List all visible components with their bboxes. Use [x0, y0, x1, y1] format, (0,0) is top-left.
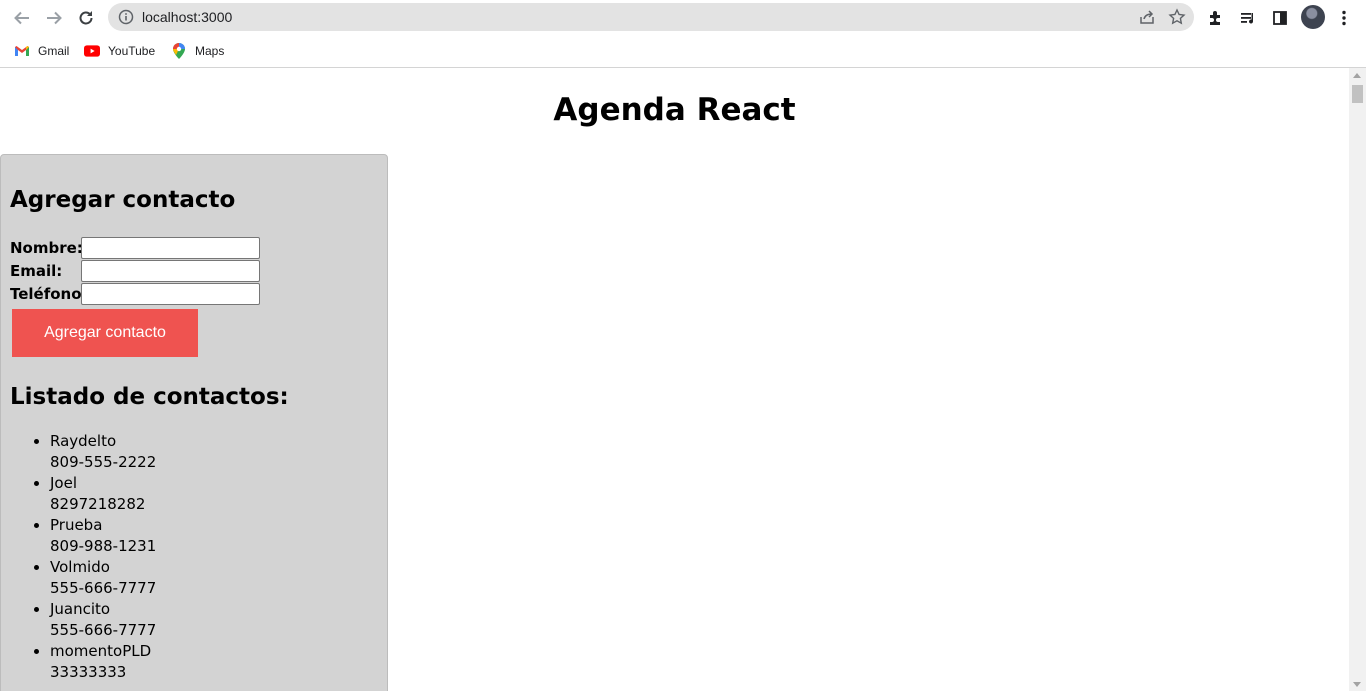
- scroll-up-icon[interactable]: [1353, 73, 1361, 78]
- site-info-icon[interactable]: [118, 9, 134, 30]
- page-scrollbar[interactable]: [1349, 68, 1366, 691]
- phone-label: Teléfono:: [10, 285, 88, 303]
- page-viewport: Agenda React Agregar contacto Nombre: Em…: [0, 68, 1349, 691]
- back-button[interactable]: [10, 6, 34, 30]
- bookmarks-bar: Gmail YouTube Maps: [0, 35, 1366, 68]
- contact-phone: 8297218282: [50, 495, 146, 513]
- media-queue-icon[interactable]: [1236, 6, 1260, 30]
- contact-list: Raydelto 809-555-2222 Joel 8297218282 Pr…: [10, 431, 156, 683]
- scroll-down-icon[interactable]: [1353, 682, 1361, 687]
- bookmark-label: Gmail: [38, 44, 70, 58]
- contact-panel: Agregar contacto Nombre: Email: Teléfono…: [0, 154, 388, 691]
- list-heading: Listado de contactos:: [10, 384, 289, 410]
- bookmark-label: Maps: [195, 44, 225, 58]
- side-panel-icon[interactable]: [1268, 6, 1292, 30]
- contact-name: momentoPLD: [50, 642, 152, 660]
- bookmark-star-icon[interactable]: [1168, 8, 1186, 31]
- contact-name: Raydelto: [50, 432, 117, 450]
- gmail-icon: [14, 43, 30, 59]
- list-item: Raydelto 809-555-2222: [50, 431, 156, 473]
- url-text[interactable]: localhost:3000: [142, 9, 232, 25]
- contact-name: Prueba: [50, 516, 103, 534]
- form-heading: Agregar contacto: [10, 187, 236, 213]
- arrow-right-icon: [47, 11, 62, 25]
- list-item: Juancito 555-666-7777: [50, 599, 156, 641]
- email-input[interactable]: [81, 260, 260, 282]
- bookmark-label: YouTube: [108, 44, 156, 58]
- browser-toolbar: localhost:3000: [0, 0, 1366, 35]
- contact-name: Juancito: [50, 600, 111, 618]
- share-icon[interactable]: [1138, 8, 1156, 31]
- name-input[interactable]: [81, 237, 260, 259]
- bookmark-gmail[interactable]: Gmail: [14, 41, 69, 61]
- maps-icon: [171, 43, 187, 59]
- forward-button[interactable]: [42, 6, 66, 30]
- reload-icon: [79, 11, 93, 25]
- arrow-left-icon: [14, 11, 29, 25]
- scroll-thumb[interactable]: [1352, 85, 1363, 103]
- email-label: Email:: [10, 262, 63, 280]
- contact-name: Volmido: [50, 558, 110, 576]
- address-bar[interactable]: localhost:3000: [108, 3, 1194, 31]
- youtube-icon: [84, 43, 100, 59]
- list-item: Volmido 555-666-7777: [50, 557, 156, 599]
- contact-phone: 809-555-2222: [50, 453, 157, 471]
- extensions-icon[interactable]: [1204, 6, 1228, 30]
- menu-kebab-icon[interactable]: [1332, 6, 1356, 30]
- add-contact-button[interactable]: Agregar contacto: [12, 309, 198, 357]
- contact-phone: 809-988-1231: [50, 537, 157, 555]
- bookmark-youtube[interactable]: YouTube: [84, 41, 155, 61]
- phone-input[interactable]: [81, 283, 260, 305]
- reload-button[interactable]: [74, 6, 98, 30]
- contact-phone: 555-666-7777: [50, 579, 157, 597]
- bookmark-maps[interactable]: Maps: [171, 41, 224, 61]
- list-item: momentoPLD 33333333: [50, 641, 156, 683]
- name-label: Nombre:: [10, 239, 83, 257]
- page-title: Agenda React: [553, 92, 796, 128]
- contact-phone: 555-666-7777: [50, 621, 157, 639]
- list-item: Joel 8297218282: [50, 473, 156, 515]
- contact-phone: 33333333: [50, 663, 127, 681]
- contact-name: Joel: [50, 474, 77, 492]
- list-item: Prueba 809-988-1231: [50, 515, 156, 557]
- profile-avatar[interactable]: [1301, 5, 1325, 29]
